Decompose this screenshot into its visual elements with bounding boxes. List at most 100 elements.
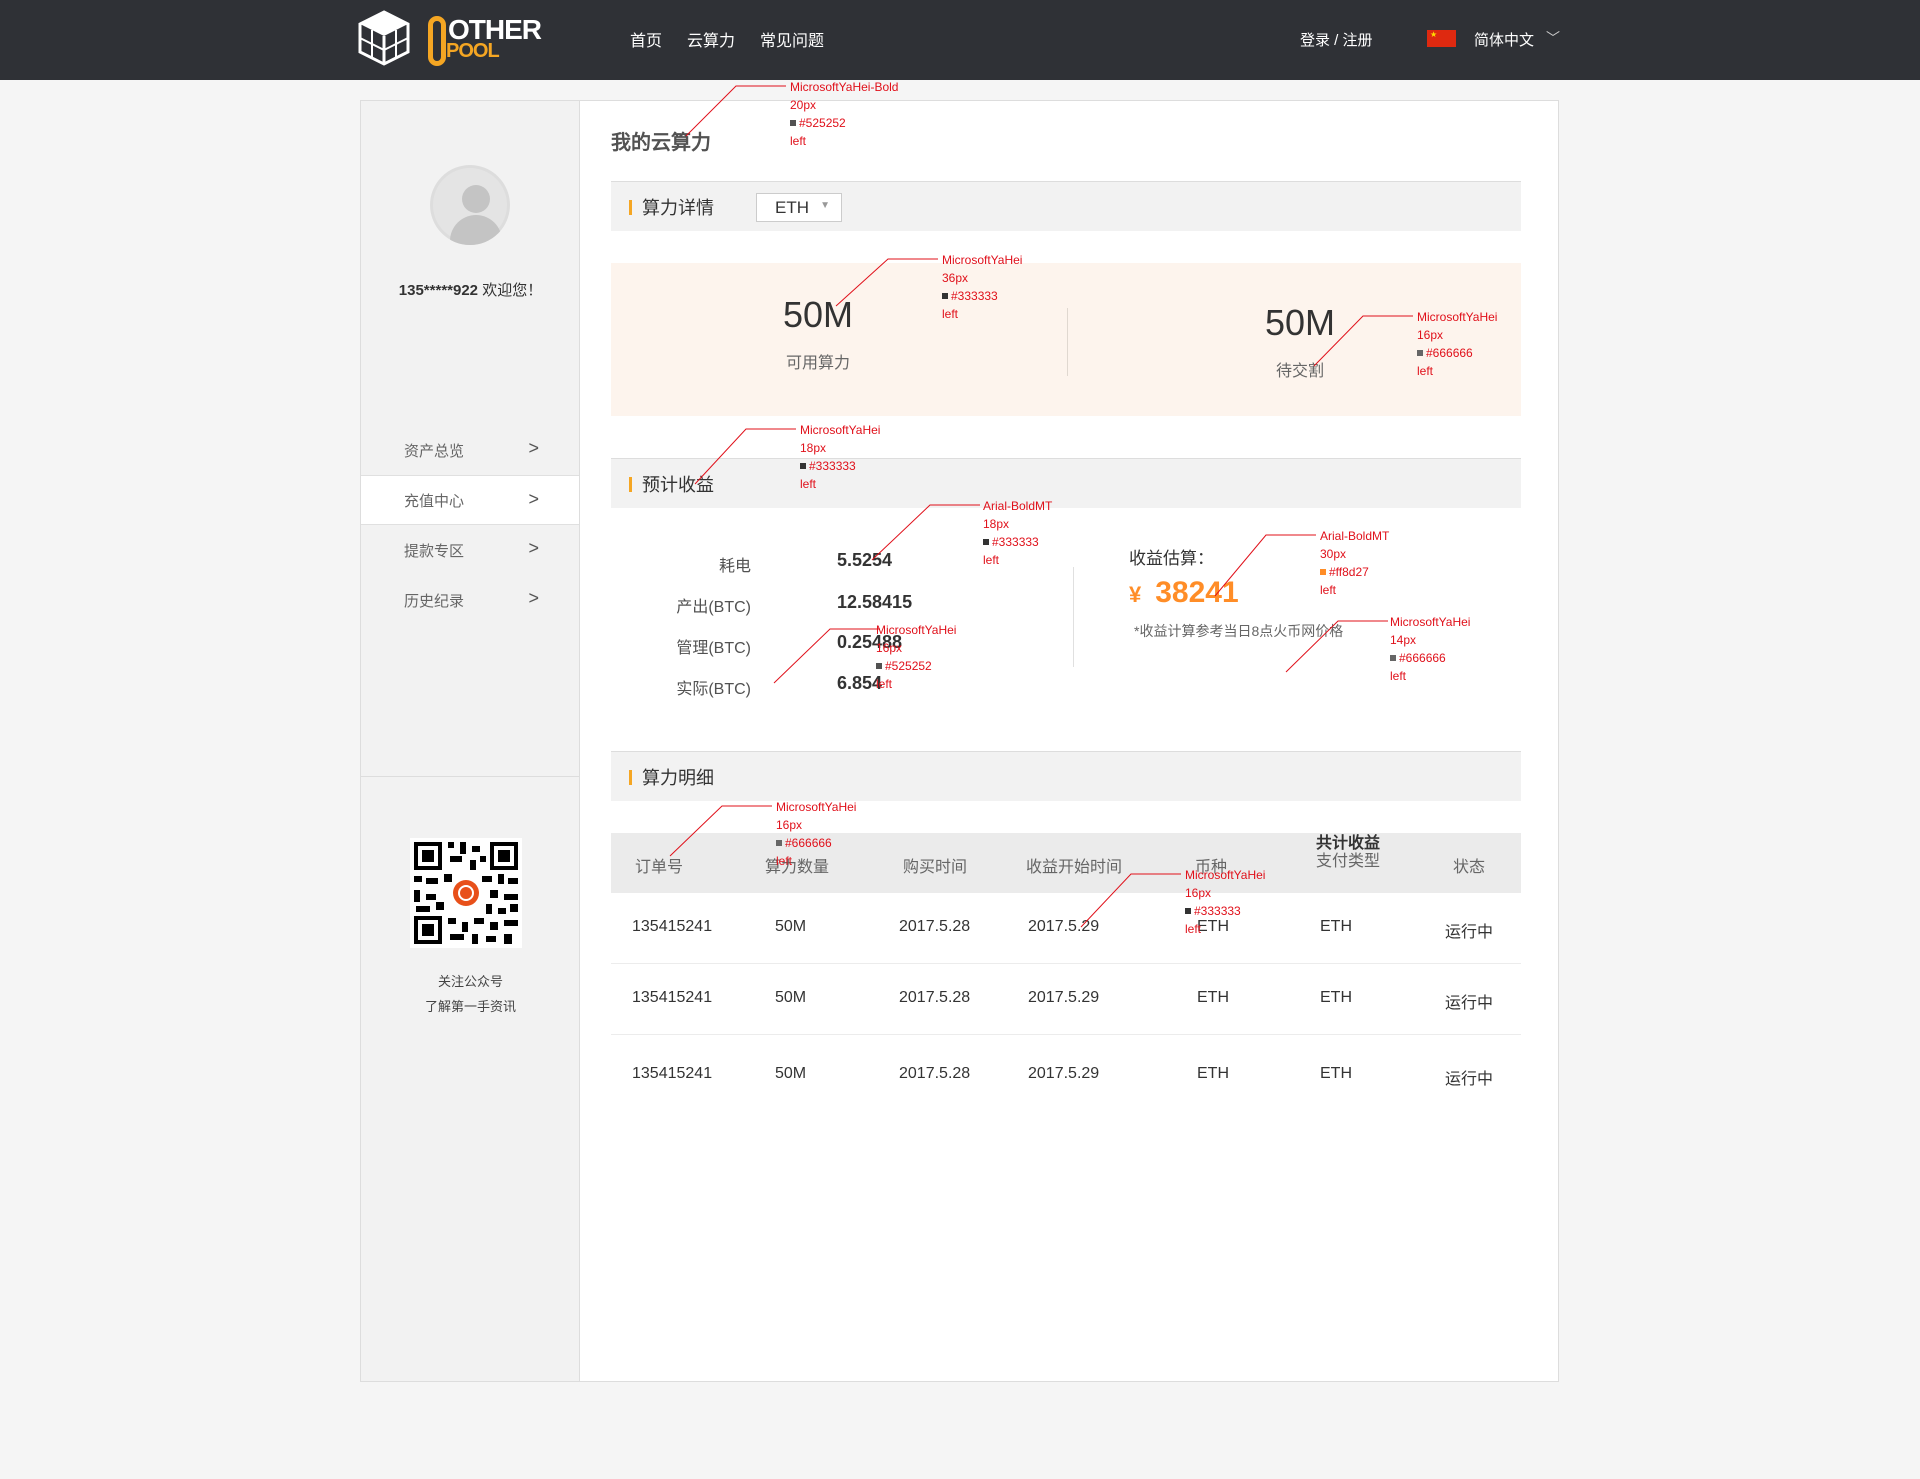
sidebar-item-label: 资产总览 — [404, 442, 465, 460]
column-header-stacked: 共计收益 支付类型 — [1316, 835, 1380, 871]
table-header: 订单号 算力数量 购买时间 收益开始时间 币种 共计收益 支付类型 状态 — [611, 833, 1521, 893]
column-header: 收益开始时间 — [1026, 859, 1123, 876]
cell-buy-time: 2017.5.28 — [899, 918, 971, 935]
annotation-color: #ff8d27 — [1320, 563, 1389, 581]
income-value-power: 5.5254 — [837, 550, 893, 570]
nav-faq[interactable]: 常见问题 — [760, 27, 824, 51]
color-swatch-icon — [942, 293, 948, 299]
color-swatch-icon — [983, 539, 989, 545]
estimate-note: *收益计算参考当日8点火币网价格 — [1134, 623, 1344, 639]
annotation-font: MicrosoftYaHei — [800, 423, 881, 437]
sidebar-item-history[interactable]: 历史纪录 > — [361, 575, 579, 625]
table-row[interactable]: 135415241 50M 2017.5.28 2017.5.29 ETH ET… — [611, 1035, 1521, 1111]
cell-buy-time: 2017.5.28 — [899, 989, 971, 1006]
annotation-color-value: #666666 — [1399, 651, 1446, 665]
income-key: 管理(BTC) — [676, 640, 751, 657]
cell-order: 135415241 — [632, 989, 713, 1006]
annotation-color-value: #666666 — [1426, 346, 1473, 360]
avatar-head-shape — [462, 185, 490, 213]
annotation-color: #525252 — [876, 657, 956, 675]
nav-cloud-power[interactable]: 云算力 — [687, 27, 735, 51]
annotation-color-value: #525252 — [885, 659, 932, 673]
annotation-align: left — [983, 553, 1000, 567]
annotation-size: 36px — [942, 271, 969, 285]
nav-home[interactable]: 首页 — [630, 27, 662, 51]
cell-status: 运行中 — [1445, 995, 1494, 1012]
logo-cube-icon — [358, 10, 410, 66]
avatar[interactable] — [424, 159, 516, 251]
cell-power: 50M — [775, 1065, 807, 1082]
welcome-text: 135*****922 欢迎您！ — [361, 279, 580, 300]
chevron-right-icon: > — [528, 538, 539, 558]
chevron-down-icon[interactable]: ﹀ — [1546, 28, 1560, 48]
accent-bar — [629, 477, 632, 492]
annotation-spec: MicrosoftYaHei 16px #525252 left — [876, 621, 956, 693]
column-header: 订单号 — [635, 859, 684, 876]
income-key: 耗电 — [718, 558, 751, 575]
annotation-size: 18px — [983, 517, 1010, 531]
color-swatch-icon — [1320, 569, 1326, 575]
section-title: 预计收益 — [642, 475, 714, 495]
color-swatch-icon — [1185, 908, 1191, 914]
login-register-link[interactable]: 登录 / 注册 — [1300, 29, 1373, 50]
pending-power-value: 50M — [1264, 302, 1336, 343]
available-power-value: 50M — [782, 294, 854, 335]
coin-select[interactable]: ETH ▼ — [756, 193, 842, 222]
china-flag-icon: ★ — [1427, 30, 1456, 47]
logo-text-pool: POOL — [446, 40, 500, 62]
main-nav: 首页 云算力 常见问题 — [630, 27, 824, 51]
section-title: 算力详情 — [642, 198, 714, 218]
annotation-align: left — [1320, 583, 1337, 597]
annotation-align: left — [1390, 669, 1407, 683]
cell-power: 50M — [775, 989, 807, 1006]
power-summary: 50M 可用算力 50M 待交割 — [611, 263, 1521, 416]
column-header: 支付类型 — [1316, 853, 1381, 870]
annotation-size: 16px — [1417, 328, 1444, 342]
table-row[interactable]: 135415241 50M 2017.5.28 2017.5.29 ETH ET… — [611, 964, 1521, 1035]
annotation-color: #333333 — [800, 457, 880, 475]
annotation-align: left — [1417, 364, 1434, 378]
table-row[interactable]: 135415241 50M 2017.5.28 2017.5.29 ETH ET… — [611, 893, 1521, 964]
cell-payment: ETH — [1320, 1065, 1352, 1082]
annotation-font: MicrosoftYaHei — [1417, 310, 1498, 324]
cell-start-time: 2017.5.29 — [1028, 918, 1100, 935]
income-value-output: 12.58415 — [837, 592, 913, 612]
color-swatch-icon — [800, 463, 806, 469]
annotation-color-value: #666666 — [785, 836, 832, 850]
currency-symbol: ¥ — [1129, 582, 1142, 607]
annotation-font: MicrosoftYaHei — [776, 800, 857, 814]
column-header: 共计收益 — [1316, 835, 1381, 852]
annotation-color: #333333 — [983, 533, 1052, 551]
column-header: 购买时间 — [903, 859, 968, 876]
sidebar-item-recharge[interactable]: 充值中心 > — [361, 475, 579, 525]
sidebar-menu: 资产总览 > 充值中心 > 提款专区 > 历史纪录 > — [361, 425, 579, 625]
cell-payment: ETH — [1320, 989, 1352, 1006]
annotation-size: 14px — [1390, 633, 1417, 647]
power-detail-table: 订单号 算力数量 购买时间 收益开始时间 币种 共计收益 支付类型 状态 1354… — [611, 833, 1521, 1111]
qr-caption-line1: 关注公众号 — [437, 974, 503, 989]
logo[interactable]: OTHER POOL — [358, 10, 542, 68]
annotation-font: MicrosoftYaHei — [1185, 868, 1266, 882]
sidebar-item-withdraw[interactable]: 提款专区 > — [361, 525, 579, 575]
sidebar-item-assets[interactable]: 资产总览 > — [361, 425, 579, 475]
language-selector[interactable]: 简体中文 — [1474, 29, 1534, 50]
annotation-color: #333333 — [942, 287, 1022, 305]
color-swatch-icon — [776, 840, 782, 846]
annotation-color: #333333 — [1185, 902, 1265, 920]
top-navbar: OTHER POOL 首页 云算力 常见问题 登录 / 注册 ★ 简体中文 ﹀ — [0, 0, 1920, 80]
chevron-right-icon: > — [528, 588, 539, 608]
qr-code-icon — [410, 838, 522, 948]
estimate-amount: 38241 — [1155, 576, 1239, 609]
annotation-align: left — [942, 307, 959, 321]
logo-o-shape — [428, 16, 446, 66]
pending-power-label: 待交割 — [1275, 363, 1324, 380]
annotation-spec: MicrosoftYaHei 36px #333333 left — [942, 251, 1022, 323]
sidebar-item-label: 历史纪录 — [404, 592, 465, 610]
column-header: 状态 — [1453, 859, 1486, 876]
annotation-spec: MicrosoftYaHei-Bold 20px #525252 left — [790, 78, 898, 150]
accent-bar — [629, 200, 632, 215]
annotation-color-value: #333333 — [992, 535, 1039, 549]
annotation-font: Arial-BoldMT — [1320, 529, 1390, 543]
annotation-spec: MicrosoftYaHei 16px #666666 left — [776, 798, 856, 870]
annotation-size: 30px — [1320, 547, 1347, 561]
